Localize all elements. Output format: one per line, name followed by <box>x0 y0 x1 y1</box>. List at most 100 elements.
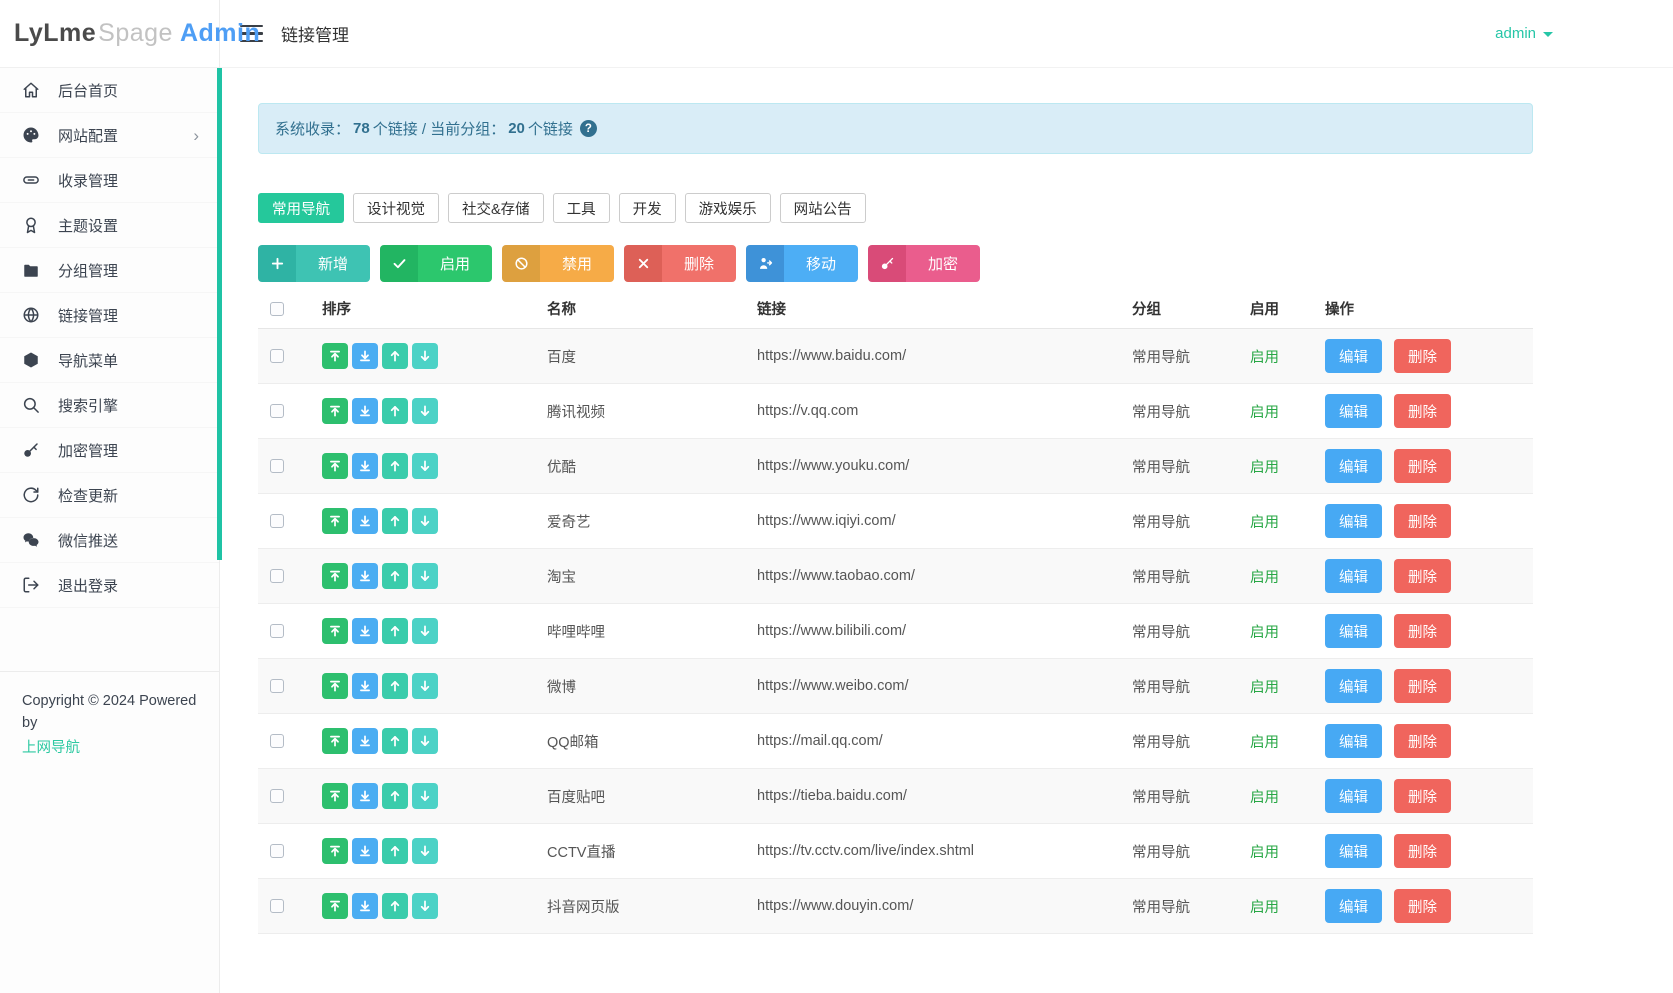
move-up-button[interactable] <box>382 453 408 479</box>
row-checkbox[interactable] <box>270 514 284 528</box>
tab-games[interactable]: 游戏娱乐 <box>685 193 771 223</box>
move-top-button[interactable] <box>322 783 348 809</box>
edit-button[interactable]: 编辑 <box>1325 724 1382 758</box>
site-link[interactable]: 上网导航 <box>22 737 80 759</box>
move-down-button[interactable] <box>412 838 438 864</box>
edit-button[interactable]: 编辑 <box>1325 779 1382 813</box>
move-up-button[interactable] <box>382 838 408 864</box>
sidebar-item-home[interactable]: 后台首页 <box>0 68 219 113</box>
tab-design[interactable]: 设计视觉 <box>353 193 439 223</box>
edit-button[interactable]: 编辑 <box>1325 559 1382 593</box>
edit-button[interactable]: 编辑 <box>1325 669 1382 703</box>
edit-button[interactable]: 编辑 <box>1325 834 1382 868</box>
user-menu[interactable]: admin <box>1495 25 1553 42</box>
row-checkbox[interactable] <box>270 844 284 858</box>
move-up-button[interactable] <box>382 673 408 699</box>
delete-button[interactable]: 删除 <box>1394 559 1451 593</box>
sidebar-item-encrypt[interactable]: 加密管理 <box>0 428 219 473</box>
sidebar-item-site-config[interactable]: 网站配置 › <box>0 113 219 158</box>
sidebar-scrollbar[interactable] <box>217 68 222 560</box>
move-top-button[interactable] <box>322 838 348 864</box>
row-checkbox[interactable] <box>270 679 284 693</box>
edit-button[interactable]: 编辑 <box>1325 614 1382 648</box>
move-top-button[interactable] <box>322 508 348 534</box>
move-down-button[interactable] <box>412 563 438 589</box>
tab-social-storage[interactable]: 社交&存储 <box>448 193 544 223</box>
sidebar-item-collect[interactable]: 收录管理 <box>0 158 219 203</box>
move-top-button[interactable] <box>322 673 348 699</box>
sidebar-item-search-engine[interactable]: 搜索引擎 <box>0 383 219 428</box>
move-top-button[interactable] <box>322 343 348 369</box>
row-checkbox[interactable] <box>270 404 284 418</box>
disable-button[interactable]: 禁用 <box>502 245 614 282</box>
move-up-button[interactable] <box>382 893 408 919</box>
sidebar-item-nav-menu[interactable]: 导航菜单 <box>0 338 219 383</box>
move-down-button[interactable] <box>412 618 438 644</box>
tab-dev[interactable]: 开发 <box>619 193 676 223</box>
tab-tools[interactable]: 工具 <box>553 193 610 223</box>
delete-button[interactable]: 删除 <box>1394 889 1451 923</box>
move-up-button[interactable] <box>382 728 408 754</box>
move-top-button[interactable] <box>322 728 348 754</box>
move-up-button[interactable] <box>382 783 408 809</box>
move-down-button[interactable] <box>412 343 438 369</box>
sidebar-item-links[interactable]: 链接管理 <box>0 293 219 338</box>
row-checkbox[interactable] <box>270 734 284 748</box>
move-down-button[interactable] <box>412 893 438 919</box>
palette-icon[interactable] <box>1432 23 1453 44</box>
move-top-button[interactable] <box>322 398 348 424</box>
move-down-button[interactable] <box>412 673 438 699</box>
move-bottom-button[interactable] <box>352 893 378 919</box>
row-checkbox[interactable] <box>270 789 284 803</box>
delete-button[interactable]: 删除 <box>624 245 736 282</box>
move-bottom-button[interactable] <box>352 838 378 864</box>
row-checkbox[interactable] <box>270 349 284 363</box>
sidebar-item-wechat-push[interactable]: 微信推送 <box>0 518 219 563</box>
delete-button[interactable]: 删除 <box>1394 614 1451 648</box>
select-all-checkbox[interactable] <box>270 302 284 316</box>
move-bottom-button[interactable] <box>352 563 378 589</box>
add-button[interactable]: 新增 <box>258 245 370 282</box>
move-button[interactable]: 移动 <box>746 245 858 282</box>
move-up-button[interactable] <box>382 508 408 534</box>
delete-button[interactable]: 删除 <box>1394 779 1451 813</box>
move-down-button[interactable] <box>412 453 438 479</box>
move-bottom-button[interactable] <box>352 508 378 534</box>
sidebar-item-group[interactable]: 分组管理 <box>0 248 219 293</box>
logo[interactable]: LyLme Spage Admin <box>0 0 219 68</box>
move-bottom-button[interactable] <box>352 783 378 809</box>
row-checkbox[interactable] <box>270 459 284 473</box>
move-bottom-button[interactable] <box>352 398 378 424</box>
delete-button[interactable]: 删除 <box>1394 394 1451 428</box>
edit-button[interactable]: 编辑 <box>1325 394 1382 428</box>
tab-site-notice[interactable]: 网站公告 <box>780 193 866 223</box>
move-top-button[interactable] <box>322 618 348 644</box>
sidebar-item-check-update[interactable]: 检查更新 <box>0 473 219 518</box>
move-down-button[interactable] <box>412 398 438 424</box>
delete-button[interactable]: 删除 <box>1394 669 1451 703</box>
move-top-button[interactable] <box>322 453 348 479</box>
edit-button[interactable]: 编辑 <box>1325 339 1382 373</box>
sidebar-item-logout[interactable]: 退出登录 <box>0 563 219 608</box>
delete-button[interactable]: 删除 <box>1394 724 1451 758</box>
row-checkbox[interactable] <box>270 899 284 913</box>
move-bottom-button[interactable] <box>352 618 378 644</box>
delete-button[interactable]: 删除 <box>1394 504 1451 538</box>
move-up-button[interactable] <box>382 563 408 589</box>
enable-button[interactable]: 启用 <box>380 245 492 282</box>
encrypt-button[interactable]: 加密 <box>868 245 980 282</box>
move-bottom-button[interactable] <box>352 728 378 754</box>
move-bottom-button[interactable] <box>352 343 378 369</box>
move-top-button[interactable] <box>322 893 348 919</box>
row-checkbox[interactable] <box>270 624 284 638</box>
move-bottom-button[interactable] <box>352 453 378 479</box>
move-top-button[interactable] <box>322 563 348 589</box>
sidebar-item-theme[interactable]: 主题设置 <box>0 203 219 248</box>
move-down-button[interactable] <box>412 508 438 534</box>
delete-button[interactable]: 删除 <box>1394 339 1451 373</box>
move-bottom-button[interactable] <box>352 673 378 699</box>
edit-button[interactable]: 编辑 <box>1325 449 1382 483</box>
delete-button[interactable]: 删除 <box>1394 834 1451 868</box>
move-up-button[interactable] <box>382 343 408 369</box>
move-down-button[interactable] <box>412 728 438 754</box>
